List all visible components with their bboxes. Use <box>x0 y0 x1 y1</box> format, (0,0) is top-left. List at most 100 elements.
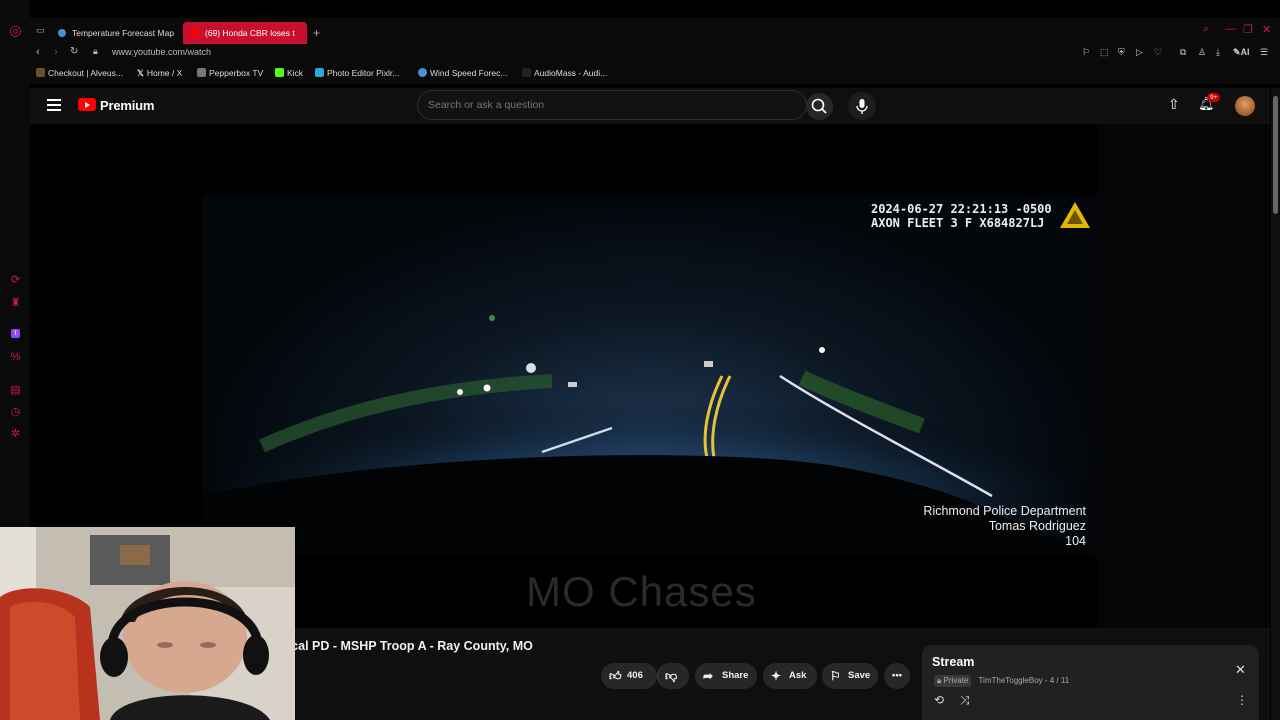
account-icon[interactable]: ♙ <box>1198 47 1206 58</box>
microphone-icon <box>856 99 868 114</box>
bookmark-kick[interactable]: Kick <box>275 68 303 78</box>
upload-icon[interactable]: ⇧ <box>1168 96 1180 113</box>
snapshot-icon[interactable]: ⬚ <box>1100 47 1109 58</box>
video-frame[interactable]: 2024-06-27 22:21:13 -0500 AXON FLEET 3 F… <box>202 196 1098 556</box>
reload-icon[interactable]: ↻ <box>70 46 78 57</box>
bookmark-label: Kick <box>287 68 304 78</box>
bookmark-label: Photo Editor Pixlr... <box>327 68 400 78</box>
credit-officer: Tomas Rodriguez <box>988 519 1086 533</box>
tab-temperature-forecast[interactable]: Temperature Forecast Map <box>50 22 180 44</box>
player-icon[interactable]: ▷ <box>1136 47 1143 58</box>
save-button[interactable]: ⚐ Save <box>822 663 878 689</box>
tab-bar: ▭ Temperature Forecast Map (69) Honda CB… <box>30 18 1280 44</box>
sparkle-icon: ✦ <box>771 669 782 683</box>
sidebar-crypto-wallet-icon[interactable]: ♜ <box>9 297 22 310</box>
playlist-panel: Stream 🔒︎ Private TimTheToggleBoy - 4 / … <box>922 645 1259 720</box>
youtube-favicon-icon <box>191 29 199 37</box>
bookmark-pepperbox[interactable]: Pepperbox TV <box>197 68 263 78</box>
share-icon: ➦ <box>703 669 714 683</box>
playlist-owner-position: TimTheToggleBoy - 4 / 11 <box>978 676 1070 685</box>
playlist-meta: 🔒︎ Private TimTheToggleBoy - 4 / 11 <box>934 675 1069 687</box>
like-button[interactable]: 👍︎ 406 <box>601 663 657 689</box>
sidebar-settings-icon[interactable]: ✲ <box>9 428 22 441</box>
forward-icon[interactable]: › <box>54 46 58 58</box>
notification-badge: 9+ <box>1207 93 1221 102</box>
privacy-label: Private <box>943 676 969 685</box>
like-count: 406 <box>627 670 643 681</box>
sidebar-pinboard-icon[interactable]: ▤ <box>9 384 22 397</box>
ai-label: AI <box>1240 47 1250 57</box>
tab-label: Temperature Forecast Map <box>72 28 175 38</box>
tab-search-icon[interactable]: ▭ <box>36 25 45 36</box>
globe-icon <box>418 68 427 77</box>
sidebar-aria-icon[interactable]: ⟳ <box>9 274 22 287</box>
dashcam-timestamp: 2024-06-27 22:21:13 -0500 AXON FLEET 3 F… <box>871 202 1052 230</box>
opera-logo-icon[interactable]: ◎ <box>9 23 22 37</box>
close-playlist-icon[interactable]: ✕ <box>1235 662 1246 678</box>
search-button[interactable] <box>806 93 833 120</box>
scrollbar-thumb[interactable] <box>1273 96 1278 214</box>
new-tab-button[interactable]: + <box>313 22 320 44</box>
search-box[interactable] <box>417 90 807 120</box>
more-horizontal-icon: ••• <box>892 670 902 681</box>
url-field[interactable]: www.youtube.com/watch <box>112 47 211 57</box>
tab-youtube-video[interactable]: (69) Honda CBR loses t <box>183 22 307 44</box>
bookmark-wind-speed[interactable]: Wind Speed Forec... <box>418 68 507 78</box>
youtube-premium-logo[interactable]: Premium <box>100 98 154 113</box>
avatar[interactable] <box>1235 96 1255 116</box>
minimize-icon[interactable]: — <box>1225 23 1236 35</box>
webcam-overlay <box>0 527 295 720</box>
thumbs-up-icon: 👍︎ <box>609 669 622 683</box>
bookmark-label: Home / X <box>146 68 183 78</box>
bookmark-label: Pepperbox TV <box>209 68 264 78</box>
credit-unit-number: 104 <box>1065 534 1086 548</box>
aria-ai-button[interactable]: ✎AI <box>1233 47 1250 58</box>
share-button[interactable]: ➦ Share <box>695 663 757 689</box>
tab-label: (69) Honda CBR loses t <box>205 28 295 38</box>
dislike-button[interactable]: 👎︎ <box>657 663 689 689</box>
ask-button[interactable]: ✦ Ask <box>763 663 817 689</box>
credit-department: Richmond Police Department <box>923 504 1086 518</box>
bookmark-alveus[interactable]: Checkout | Alveus... <box>36 68 123 78</box>
save-label: Save <box>848 670 871 681</box>
menu-icon[interactable]: ☰ <box>1260 47 1268 58</box>
ask-label: Ask <box>789 670 807 681</box>
vpn-icon[interactable]: ⛨ <box>1118 47 1125 58</box>
kick-icon <box>275 68 284 77</box>
heart-icon[interactable]: ♡ <box>1154 47 1162 58</box>
bookmarks-bar: Checkout | Alveus... 𝕏 Home / X Pepperbox… <box>30 64 1280 84</box>
axon-logo-icon <box>1060 202 1090 228</box>
close-window-icon[interactable]: ✕ <box>1262 23 1271 36</box>
search-icon <box>811 98 827 114</box>
bookmark-icon[interactable]: ⚐ <box>1082 47 1090 58</box>
maximize-icon[interactable]: ❐ <box>1243 23 1253 36</box>
hamburger-menu-icon[interactable] <box>47 99 61 111</box>
dashcam-road-scene <box>202 315 1098 556</box>
youtube-header: Premium ⇧ 🔔︎ 9+ <box>30 88 1270 124</box>
video-title: he local PD - MSHP Troop A - Ray County,… <box>262 639 533 653</box>
playlist-more-icon[interactable]: ⋮ <box>1236 693 1248 707</box>
globe-icon <box>58 29 66 37</box>
thumbs-down-icon: 👎︎ <box>665 669 678 683</box>
sidebar-twitch-icon[interactable]: t <box>11 329 20 338</box>
bookmark-pixlr[interactable]: Photo Editor Pixlr... <box>315 68 399 78</box>
search-input[interactable] <box>428 99 788 111</box>
bookmark-x-home[interactable]: 𝕏 Home / X <box>137 68 182 79</box>
loop-icon[interactable]: ⟲ <box>934 693 944 707</box>
bookmark-audiomass[interactable]: AudioMass - Audi... <box>522 68 607 78</box>
voice-search-button[interactable] <box>848 92 876 120</box>
sidebar-percent-icon[interactable]: % <box>9 351 22 364</box>
youtube-logo-icon[interactable] <box>78 98 96 111</box>
playlist-title[interactable]: Stream <box>932 655 974 669</box>
download-icon[interactable]: ⤓ <box>1216 47 1220 58</box>
sidebar-history-icon[interactable]: ◷ <box>9 406 22 419</box>
back-icon[interactable]: ‹ <box>36 46 40 58</box>
pixlr-icon <box>315 68 324 77</box>
more-actions-button[interactable]: ••• <box>884 663 910 689</box>
lock-icon: 🔒︎ <box>93 46 98 56</box>
search-tabs-icon[interactable]: ⌕ <box>1203 23 1209 36</box>
shuffle-icon[interactable]: ⤨ <box>960 693 970 708</box>
timestamp-text: 2024-06-27 22:21:13 -0500 <box>871 202 1052 216</box>
extensions-icon[interactable]: ⧉ <box>1180 47 1186 58</box>
bookmark-save-icon: ⚐ <box>830 669 841 683</box>
